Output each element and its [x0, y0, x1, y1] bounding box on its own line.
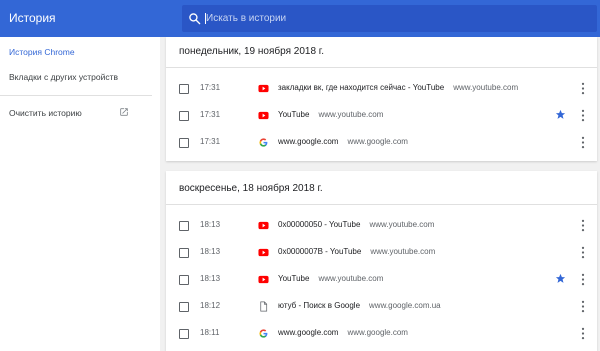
history-row: 18:12 ютуб - Поиск в Google www.google.co… — [166, 293, 597, 320]
page-icon — [260, 301, 268, 312]
entry: 0x0000007B - YouTube www.youtube.com — [278, 247, 435, 256]
entry-domain: www.youtube.com — [318, 110, 384, 119]
entry: www.google.com www.google.com — [278, 137, 408, 146]
entry: закладки вк, где находится сейчас - YouT… — [278, 83, 518, 92]
entry-title-link[interactable]: YouTube — [278, 274, 309, 283]
entry-title-link[interactable]: закладки вк, где находится сейчас - YouT… — [278, 83, 444, 92]
entry-title-link[interactable]: 0x0000007B - YouTube — [278, 247, 361, 256]
history-row: 17:31 YouTube www.youtube.com — [166, 102, 597, 129]
day-heading: понедельник, 19 ноября 2018 г. — [179, 46, 324, 57]
youtube-icon — [258, 84, 269, 93]
sidebar-divider — [0, 95, 152, 96]
visit-time: 17:31 — [200, 137, 221, 146]
entry-title-link[interactable]: 0x00000050 - YouTube — [278, 220, 360, 229]
google-icon — [259, 329, 268, 338]
row-checkbox[interactable] — [179, 248, 189, 258]
day-heading: воскресенье, 18 ноября 2018 г. — [179, 183, 323, 194]
entry: 0x00000050 - YouTube www.youtube.com — [278, 220, 434, 229]
history-row: 18:11 www.google.com www.google.com — [166, 320, 597, 347]
youtube-icon — [258, 248, 269, 257]
entry: YouTube www.youtube.com — [278, 110, 383, 119]
search-input[interactable] — [206, 9, 586, 28]
history-row: 17:31 www.google.com www.google.com — [166, 129, 597, 156]
visit-time: 18:12 — [200, 301, 221, 310]
entry-title-link[interactable]: YouTube — [278, 110, 309, 119]
more-vert-icon[interactable] — [579, 109, 587, 122]
history-row: 18:13 0x00000050 - YouTube www.youtube.co… — [166, 212, 597, 239]
history-row: 18:13 YouTube www.youtube.com — [166, 266, 597, 293]
entry-domain: www.google.com.ua — [369, 301, 441, 310]
visit-time: 18:13 — [200, 247, 221, 256]
youtube-icon — [258, 275, 269, 284]
more-vert-icon[interactable] — [579, 246, 587, 259]
more-vert-icon[interactable] — [579, 219, 587, 232]
more-vert-icon[interactable] — [579, 300, 587, 313]
search-box[interactable] — [182, 5, 597, 32]
google-icon — [259, 138, 268, 147]
entry-title-link[interactable]: www.google.com — [278, 328, 338, 337]
search-icon[interactable] — [188, 12, 201, 25]
entry-domain: www.youtube.com — [369, 220, 435, 229]
sidebar-item-clear-history[interactable]: Очистить историю — [9, 108, 82, 118]
visit-time: 18:13 — [200, 274, 221, 283]
visit-time: 17:31 — [200, 83, 221, 92]
entry-title-link[interactable]: www.google.com — [278, 137, 338, 146]
entry-domain: www.google.com — [347, 328, 408, 337]
youtube-icon — [258, 221, 269, 230]
row-checkbox[interactable] — [179, 302, 189, 312]
history-row: 17:31 закладки вк, где находится сейчас … — [166, 75, 597, 102]
entry-domain: www.youtube.com — [370, 247, 436, 256]
history-day-card: воскресенье, 18 ноября 2018 г. 18:13 0x0… — [166, 171, 597, 351]
youtube-icon — [258, 111, 269, 120]
visit-time: 17:31 — [200, 110, 221, 119]
entry-domain: www.google.com — [347, 137, 408, 146]
visit-time: 18:13 — [200, 220, 221, 229]
entry-domain: www.youtube.com — [453, 83, 519, 92]
entry: www.google.com www.google.com — [278, 328, 408, 337]
sidebar: История Chrome Вкладки с других устройст… — [0, 37, 160, 351]
entry-title-link[interactable]: ютуб - Поиск в Google — [278, 301, 360, 310]
row-checkbox[interactable] — [179, 275, 189, 285]
more-vert-icon[interactable] — [579, 273, 587, 286]
sidebar-item-other-devices[interactable]: Вкладки с других устройств — [9, 72, 118, 82]
more-vert-icon[interactable] — [579, 327, 587, 340]
star-icon[interactable] — [555, 273, 566, 284]
star-icon[interactable] — [555, 109, 566, 120]
more-vert-icon[interactable] — [579, 82, 587, 95]
card-divider — [166, 204, 597, 205]
row-checkbox[interactable] — [179, 329, 189, 339]
entry: YouTube www.youtube.com — [278, 274, 383, 283]
text-caret — [205, 13, 206, 24]
open-in-new-icon[interactable] — [119, 107, 129, 117]
row-checkbox[interactable] — [179, 221, 189, 231]
visit-time: 18:11 — [200, 328, 220, 337]
page-title: История — [9, 11, 56, 25]
row-checkbox[interactable] — [179, 138, 189, 148]
history-day-card: понедельник, 19 ноября 2018 г. 17:31 зак… — [166, 37, 597, 161]
top-bar: История — [0, 0, 600, 37]
entry-domain: www.youtube.com — [318, 274, 384, 283]
row-checkbox[interactable] — [179, 111, 189, 121]
row-checkbox[interactable] — [179, 84, 189, 94]
entry: ютуб - Поиск в Google www.google.com.ua — [278, 301, 441, 310]
card-divider — [166, 67, 597, 68]
more-vert-icon[interactable] — [579, 136, 587, 149]
sidebar-item-chrome-history[interactable]: История Chrome — [9, 47, 75, 57]
history-row: 18:13 0x0000007B - YouTube www.youtube.co… — [166, 239, 597, 266]
